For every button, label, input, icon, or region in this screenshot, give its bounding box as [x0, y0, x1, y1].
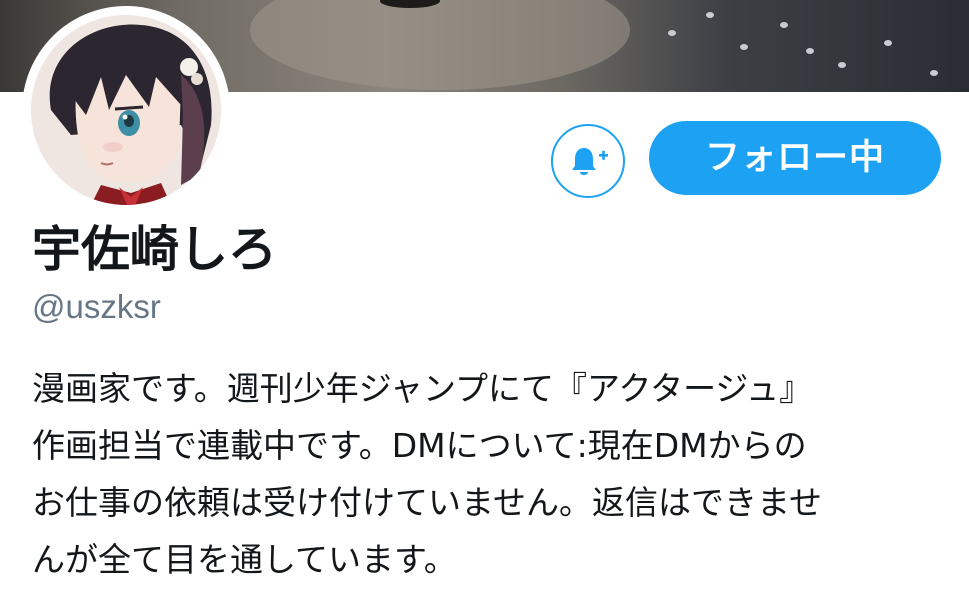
banner-dot: [780, 22, 788, 28]
bio-line: んが全て目を通しています。: [32, 540, 457, 579]
avatar[interactable]: [31, 15, 221, 205]
banner-dot: [706, 12, 714, 18]
bio-line: 漫画家です。週刊少年ジャンプにて『アクタージュ』: [32, 369, 813, 408]
banner-dot: [838, 62, 846, 68]
banner-dot: [668, 30, 676, 36]
banner-shape: [250, 0, 630, 90]
bell-plus-icon: [572, 148, 608, 175]
notification-button[interactable]: [551, 124, 625, 198]
profile-bio: 漫画家です。週刊少年ジャンプにて『アクタージュ』 作画担当で連載中です。DMにつ…: [32, 360, 952, 588]
banner-dot: [806, 48, 814, 54]
bio-line: 作画担当で連載中です。DMについて:現在DMからの: [32, 426, 807, 465]
screen-name: @uszksr: [32, 288, 161, 325]
banner-dot: [740, 44, 748, 50]
banner-dot: [930, 70, 938, 76]
banner-dot: [884, 40, 892, 46]
following-button[interactable]: フォロー中: [649, 121, 941, 195]
profile-page: フォロー中 宇佐崎しろ @uszksr 漫画家です。週刊少年ジャンプにて『アクタ…: [0, 0, 969, 608]
bio-line: お仕事の依頼は受け付けていません。返信はできませ: [32, 483, 823, 522]
avatar-illustration: [31, 15, 221, 205]
display-name: 宇佐崎しろ: [32, 221, 278, 278]
